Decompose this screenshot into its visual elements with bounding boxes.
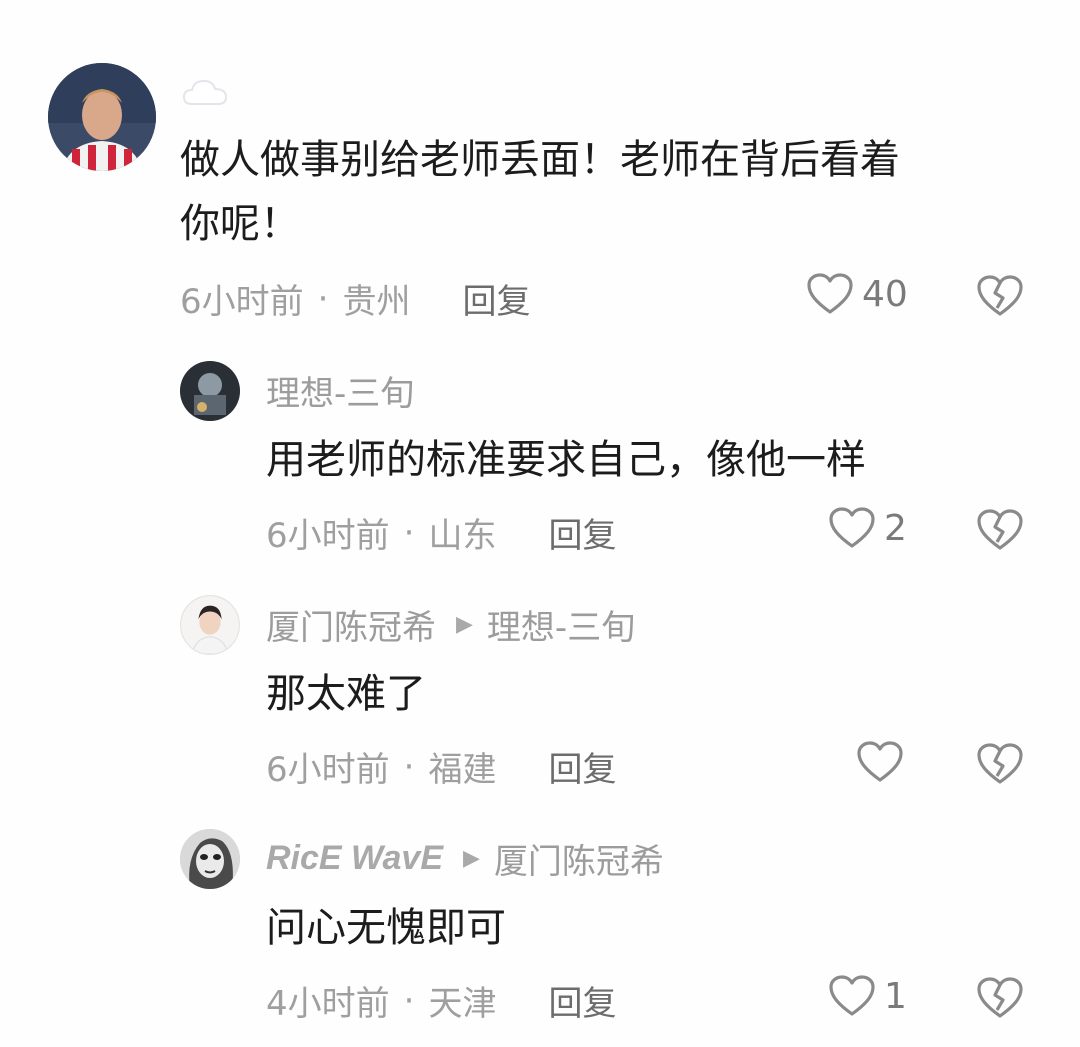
location: 福建 xyxy=(428,750,497,790)
reply-arrow-icon: ▶ xyxy=(456,612,473,637)
comment-meta: 6小时前 · 福建 回复 xyxy=(266,742,616,791)
reply-to-name[interactable]: 厦门陈冠希 xyxy=(494,834,664,883)
separator: · xyxy=(403,746,415,787)
like-button[interactable]: 2 xyxy=(828,506,907,550)
broken-heart-icon xyxy=(977,275,1023,316)
author-row: RicE WavE ▶ 厦门陈冠希 xyxy=(266,834,664,883)
comment-meta: 6小时前 · 山东 回复 xyxy=(266,508,616,557)
comment-text: 那太难了 xyxy=(266,671,426,717)
broken-heart-icon xyxy=(977,977,1023,1018)
like-button[interactable]: 1 xyxy=(828,974,907,1018)
heart-icon xyxy=(807,273,853,314)
like-count: 2 xyxy=(884,507,907,549)
user-avatar[interactable] xyxy=(180,829,240,889)
dislike-button[interactable] xyxy=(976,508,1024,552)
author-name[interactable]: RicE WavE xyxy=(266,839,443,878)
reply-button[interactable]: 回复 xyxy=(548,976,616,1025)
timestamp: 6小时前 xyxy=(180,282,304,322)
like-count: 1 xyxy=(884,975,907,1017)
comment-meta: 4小时前 · 天津 回复 xyxy=(266,976,616,1025)
heart-icon xyxy=(857,741,903,782)
comment-text: 问心无愧即可 xyxy=(266,905,506,951)
comment-text: 你呢！ xyxy=(180,201,300,247)
author-row: 厦门陈冠希 ▶ 理想-三旬 xyxy=(266,600,635,649)
user-avatar[interactable] xyxy=(180,595,240,655)
reply-to-name[interactable]: 理想-三旬 xyxy=(487,600,635,649)
timestamp: 6小时前 xyxy=(266,750,390,790)
timestamp: 4小时前 xyxy=(266,984,390,1024)
user-avatar[interactable] xyxy=(48,63,156,171)
heart-icon xyxy=(829,507,875,548)
location: 山东 xyxy=(428,516,497,556)
comment-meta: 6小时前 · 贵州 回复 xyxy=(180,274,530,323)
comment-text: 用老师的标准要求自己，像他一样 xyxy=(266,437,866,483)
reply-button[interactable]: 回复 xyxy=(548,742,616,791)
reply-arrow-icon: ▶ xyxy=(463,846,480,871)
like-button[interactable] xyxy=(856,740,922,784)
location: 贵州 xyxy=(342,282,411,322)
author-row: 理想-三旬 xyxy=(266,366,414,415)
author-name[interactable]: 理想-三旬 xyxy=(266,366,414,415)
dislike-button[interactable] xyxy=(976,742,1024,786)
like-count: 40 xyxy=(862,273,908,315)
heart-icon xyxy=(829,975,875,1016)
separator: · xyxy=(317,278,329,319)
broken-heart-icon xyxy=(977,509,1023,550)
timestamp: 6小时前 xyxy=(266,516,390,556)
broken-heart-icon xyxy=(977,743,1023,784)
location: 天津 xyxy=(428,984,497,1024)
reply-button[interactable]: 回复 xyxy=(462,274,530,323)
separator: · xyxy=(403,512,415,553)
dislike-button[interactable] xyxy=(976,976,1024,1020)
author-name[interactable]: 厦门陈冠希 xyxy=(266,600,436,649)
like-button[interactable]: 40 xyxy=(806,272,908,316)
comment-text: 做人做事别给老师丢面！老师在背后看着 xyxy=(180,137,900,183)
separator: · xyxy=(403,980,415,1021)
cloud-icon xyxy=(182,76,228,110)
user-avatar[interactable] xyxy=(180,361,240,421)
dislike-button[interactable] xyxy=(976,274,1024,318)
reply-button[interactable]: 回复 xyxy=(548,508,616,557)
